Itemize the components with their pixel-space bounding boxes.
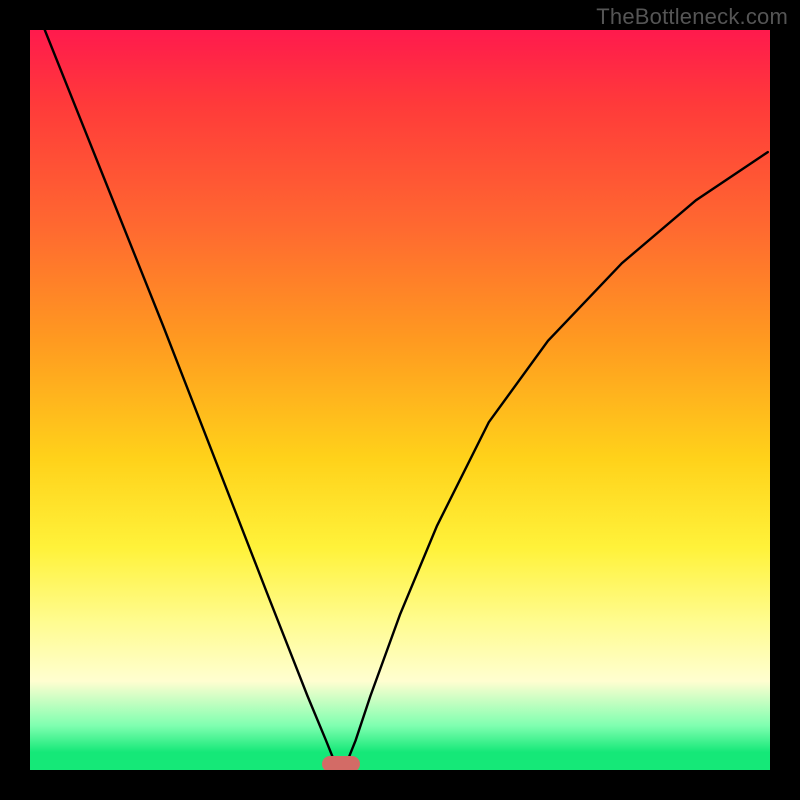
bottleneck-marker — [322, 756, 360, 770]
chart-frame: TheBottleneck.com — [0, 0, 800, 800]
watermark-text: TheBottleneck.com — [596, 4, 788, 30]
curve-path — [45, 30, 768, 769]
plot-area — [30, 30, 770, 770]
curve-svg — [30, 30, 770, 770]
